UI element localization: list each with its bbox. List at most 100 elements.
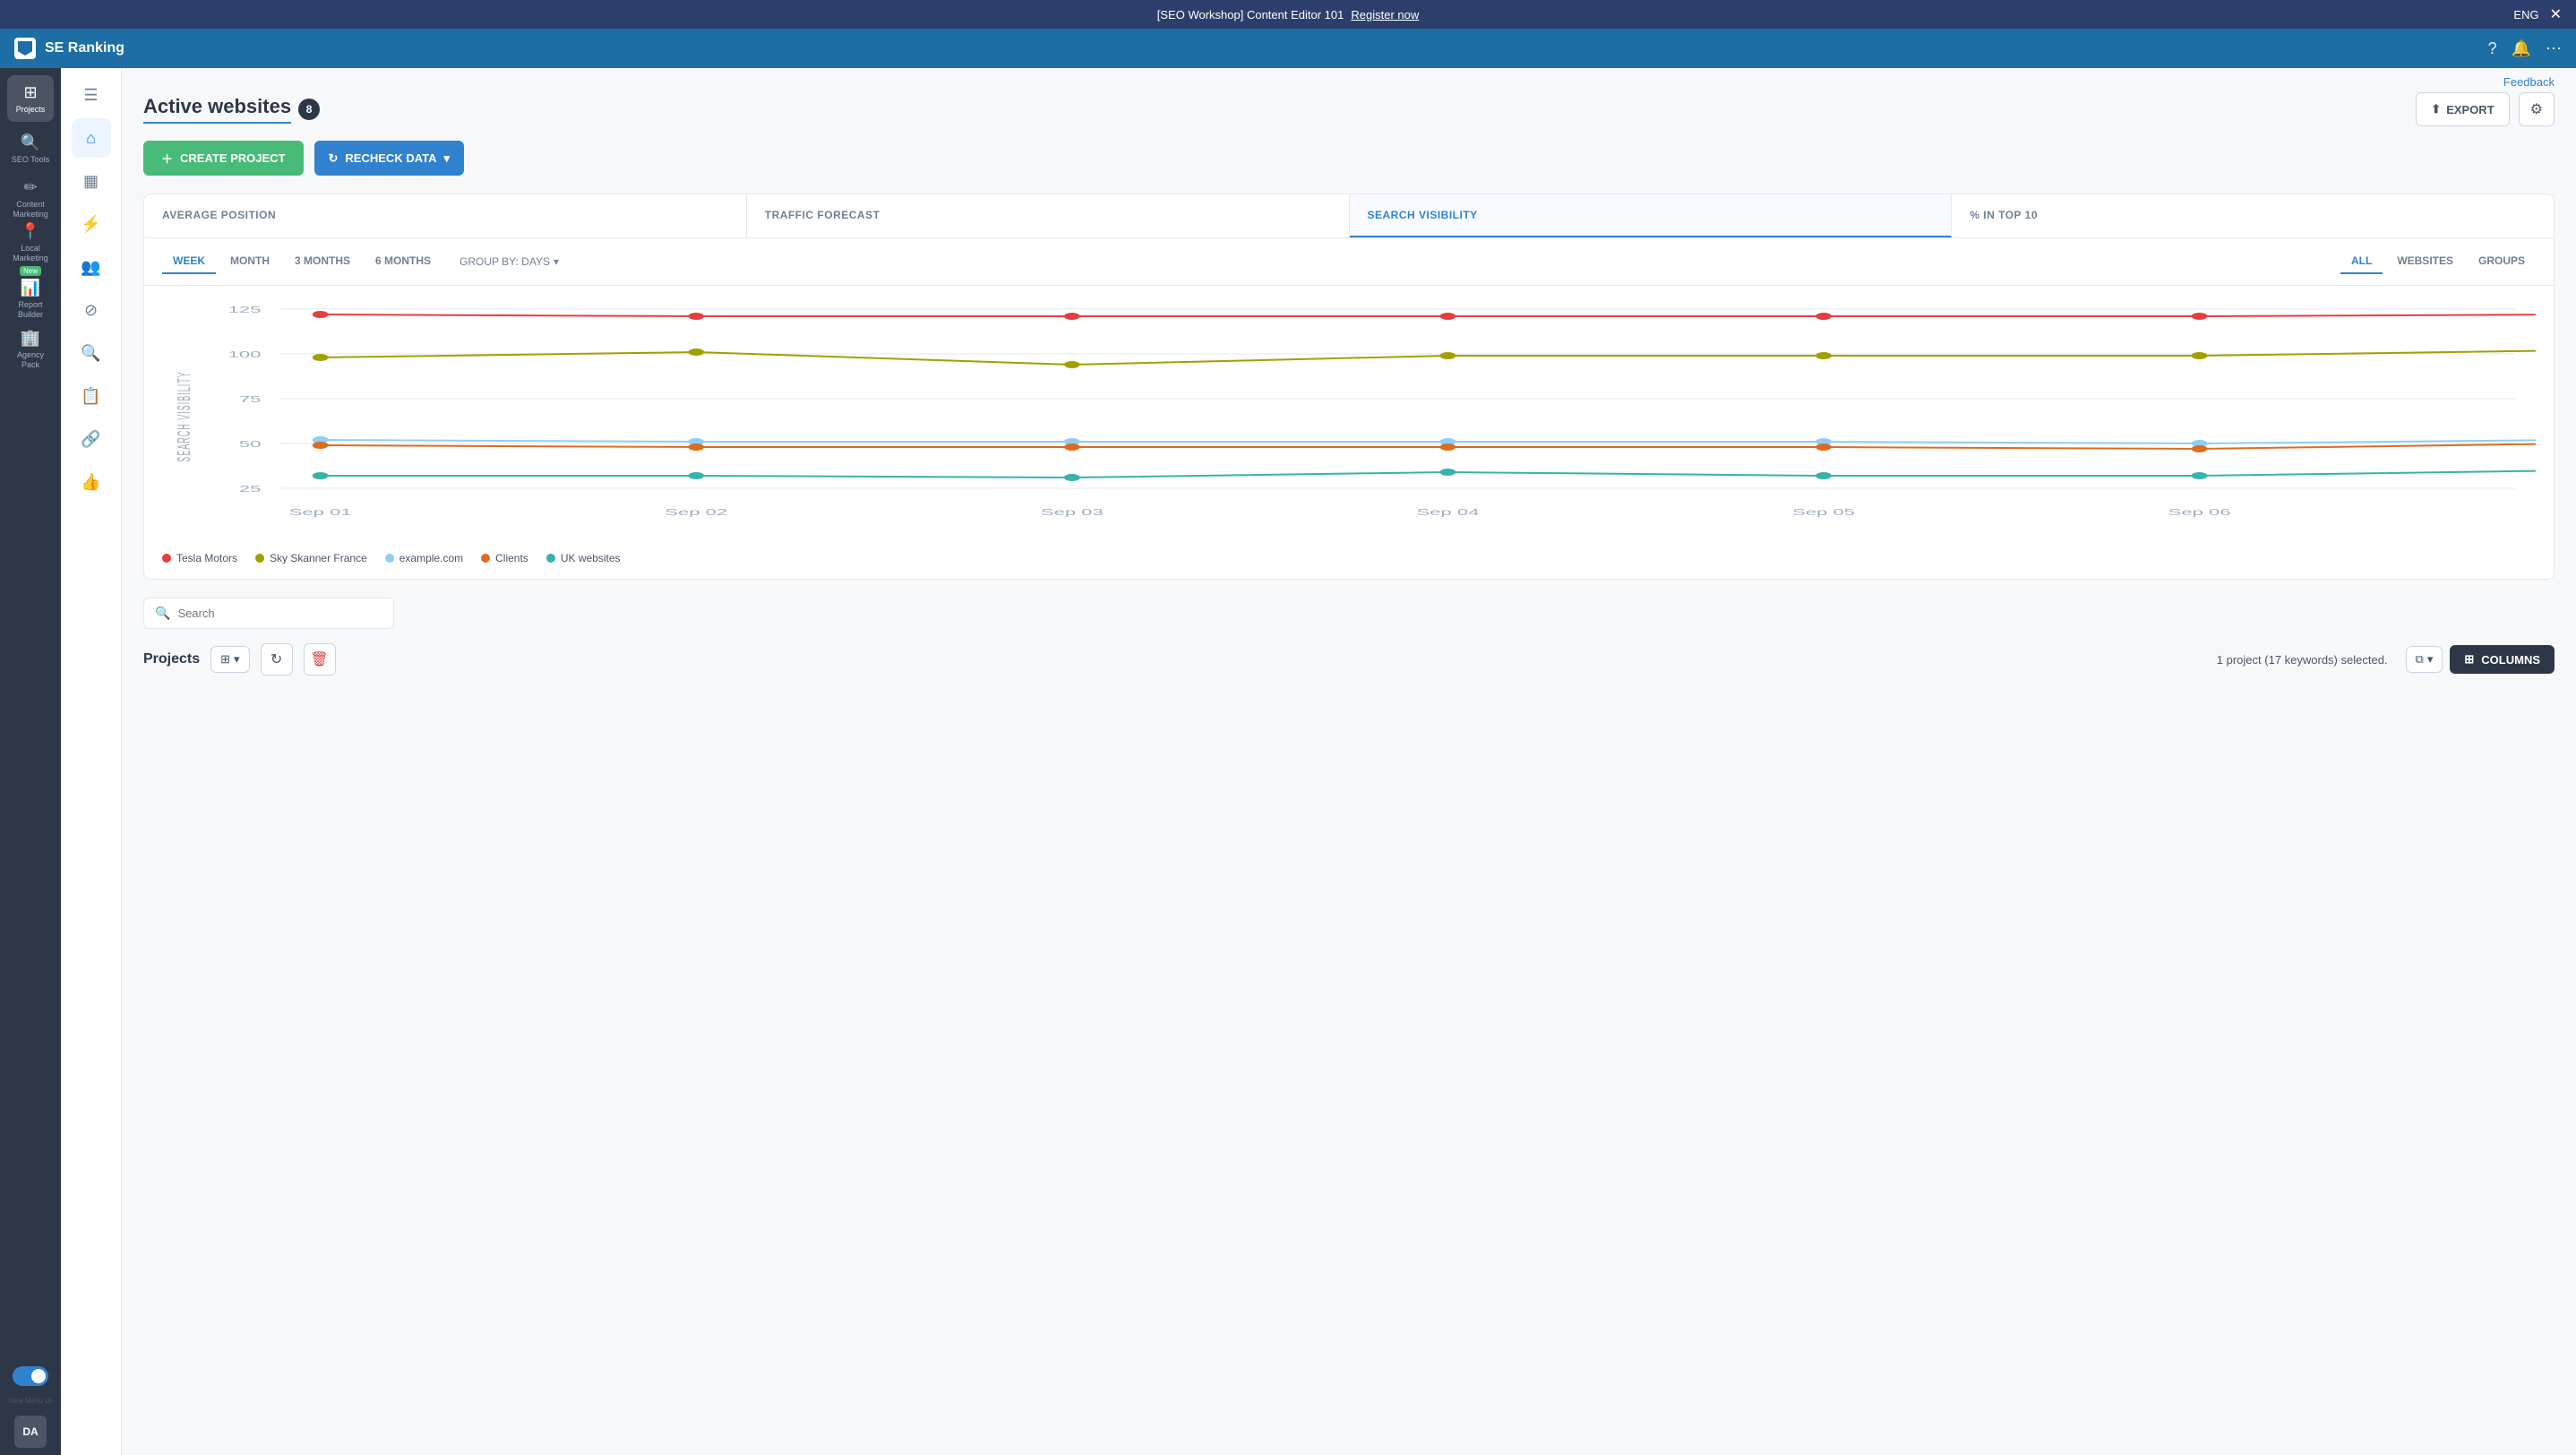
banner-workshop-text: [SEO Workshop] Content Editor 101 (1157, 8, 1344, 22)
legend-skyskanner-label: Sky Skanner France (270, 552, 367, 564)
report-builder-icon: 📊 (21, 279, 40, 297)
export-label: EXPORT (2446, 103, 2494, 116)
time-tab-month[interactable]: MONTH (219, 249, 280, 274)
time-tab-week[interactable]: WEEK (162, 249, 216, 274)
local-marketing-icon: 📍 (21, 222, 40, 241)
group-by-dropdown[interactable]: GROUP BY: DAYS ▾ (459, 255, 559, 268)
copy-dropdown-button[interactable]: ⧉ ▾ (2406, 646, 2443, 673)
time-tab-3months[interactable]: 3 MONTHS (284, 249, 361, 274)
chart-section: AVERAGE POSITION TRAFFIC FORECAST SEARCH… (143, 194, 2555, 580)
time-tab-6months[interactable]: 6 MONTHS (365, 249, 442, 274)
sidebar2-bar-chart[interactable]: ▦ (72, 161, 111, 201)
view-tab-websites[interactable]: WEBSITES (2386, 249, 2464, 274)
legend-clients-dot (481, 554, 490, 563)
delete-button[interactable]: 🗑 (304, 643, 336, 676)
more-menu-icon[interactable]: ⋯ (2546, 39, 2562, 58)
legend-tesla[interactable]: Tesla Motors (162, 552, 237, 564)
group-by-chevron-icon: ▾ (554, 255, 559, 268)
sidebar2-menu-toggle[interactable]: ☰ (72, 75, 111, 115)
view-tab-all[interactable]: ALL (2340, 249, 2383, 274)
svg-text:25: 25 (239, 484, 262, 495)
view-tab-groups[interactable]: GROUPS (2468, 249, 2536, 274)
sidebar2-users[interactable]: 👥 (72, 247, 111, 287)
sidebar2-activity[interactable]: ⚡ (72, 204, 111, 244)
content-marketing-icon: ✏ (23, 178, 37, 197)
recheck-label: RECHECK DATA (345, 151, 436, 165)
legend-uk-websites[interactable]: UK websites (546, 552, 621, 564)
legend-skyskanner[interactable]: Sky Skanner France (255, 552, 367, 564)
tab-top10[interactable]: % IN TOP 10 (1952, 194, 2554, 237)
agency-pack-icon: 🏢 (21, 329, 40, 348)
projects-icon: ⊞ (23, 83, 37, 102)
sidebar-item-projects[interactable]: ⊞ Projects (7, 75, 54, 122)
legend-uk-dot (546, 554, 555, 563)
feedback-link[interactable]: Feedback (2503, 75, 2555, 89)
sidebar2-thumbs[interactable]: 👍 (72, 462, 111, 502)
tab-traffic-forecast[interactable]: TRAFFIC FORECAST (747, 194, 1350, 237)
legend-skyskanner-dot (255, 554, 264, 563)
table-header-row: Projects ⊞ ▾ ↻ 🗑 1 project (17 keywords)… (143, 643, 2555, 676)
svg-text:125: 125 (228, 305, 262, 315)
create-label: CREATE PROJECT (180, 151, 286, 165)
tab-average-position[interactable]: AVERAGE POSITION (144, 194, 747, 237)
feedback-bar: Feedback (122, 68, 2576, 92)
sidebar2-report[interactable]: 📋 (72, 376, 111, 416)
user-avatar[interactable]: DA (14, 1416, 47, 1448)
new-badge: New (20, 266, 41, 276)
table-section: 🔍 Projects ⊞ ▾ ↻ 🗑 1 project (17 keyword… (122, 598, 2576, 704)
sidebar-item-report-builder[interactable]: 📊 Report Builder (7, 276, 54, 323)
close-banner-button[interactable]: ✕ (2550, 5, 2562, 23)
projects-label: Projects (16, 105, 46, 115)
legend-example[interactable]: example.com (385, 552, 463, 564)
sidebar2-home[interactable]: ⌂ (72, 118, 111, 158)
bell-icon[interactable]: 🔔 (2512, 39, 2531, 58)
add-dropdown-button[interactable]: ⊞ ▾ (210, 646, 249, 673)
svg-text:Sep 01: Sep 01 (289, 507, 352, 518)
toggle-area: New Menu UI (9, 1356, 52, 1412)
legend-example-label: example.com (399, 552, 463, 564)
sidebar-item-seo-tools[interactable]: 🔍 SEO Tools (7, 125, 54, 172)
recheck-icon: ↻ (329, 151, 339, 166)
group-by-label: GROUP BY: DAYS (459, 255, 550, 268)
banner-right: ENG ✕ (2513, 5, 2562, 23)
table-title: Projects (143, 651, 200, 667)
copy-icon: ⧉ (2416, 652, 2424, 667)
chart-area: 125 100 75 50 25 SEARCH VISIBILITY (144, 286, 2554, 545)
page-header: Active websites 8 ⬆ EXPORT ⚙ (122, 92, 2576, 141)
columns-button[interactable]: ⊞ COLUMNS (2450, 645, 2555, 674)
app-name: SE Ranking (45, 40, 125, 56)
svg-text:75: 75 (239, 394, 262, 405)
sidebar-item-local-marketing[interactable]: 📍 Local Marketing New (7, 226, 54, 272)
export-button[interactable]: ⬆ EXPORT (2416, 92, 2509, 126)
lang-label: ENG (2513, 8, 2538, 22)
new-menu-toggle[interactable] (13, 1366, 48, 1386)
svg-text:Sep 05: Sep 05 (1792, 507, 1855, 518)
seo-tools-label: SEO Tools (12, 155, 49, 165)
table-actions: 1 project (17 keywords) selected. ⧉ ▾ ⊞ … (2206, 645, 2555, 674)
svg-text:Sep 04: Sep 04 (1416, 507, 1480, 518)
sidebar2-filter[interactable]: ⊘ (72, 290, 111, 330)
tab-search-visibility[interactable]: SEARCH VISIBILITY (1350, 194, 1953, 237)
columns-label: COLUMNS (2481, 653, 2540, 667)
sidebar-second: ☰ ⌂ ▦ ⚡ 👥 ⊘ 🔍 📋 🔗 👍 (61, 68, 122, 1455)
sidebar-item-agency-pack[interactable]: 🏢 Agency Pack (7, 326, 54, 373)
svg-text:100: 100 (228, 349, 262, 360)
recheck-data-button[interactable]: ↻ RECHECK DATA ▾ (314, 141, 465, 176)
legend-example-dot (385, 554, 394, 563)
refresh-button[interactable]: ↻ (261, 643, 293, 676)
settings-button[interactable]: ⚙ (2519, 92, 2555, 126)
metric-tabs: AVERAGE POSITION TRAFFIC FORECAST SEARCH… (144, 194, 2554, 238)
sidebar-item-content-marketing[interactable]: ✏ Content Marketing (7, 176, 54, 222)
register-link[interactable]: Register now (1351, 8, 1419, 22)
table-title-area: Projects ⊞ ▾ ↻ 🗑 (143, 643, 336, 676)
svg-text:Sep 02: Sep 02 (665, 507, 727, 518)
legend-clients[interactable]: Clients (481, 552, 528, 564)
help-icon[interactable]: ? (2488, 39, 2497, 58)
sidebar2-link[interactable]: 🔗 (72, 419, 111, 459)
page-title: Active websites (143, 95, 291, 124)
toggle-knob (31, 1369, 46, 1383)
copy-chevron-icon: ▾ (2427, 652, 2434, 667)
search-input[interactable] (177, 607, 382, 620)
create-project-button[interactable]: ＋ CREATE PROJECT (143, 141, 304, 176)
sidebar2-search[interactable]: 🔍 (72, 333, 111, 373)
